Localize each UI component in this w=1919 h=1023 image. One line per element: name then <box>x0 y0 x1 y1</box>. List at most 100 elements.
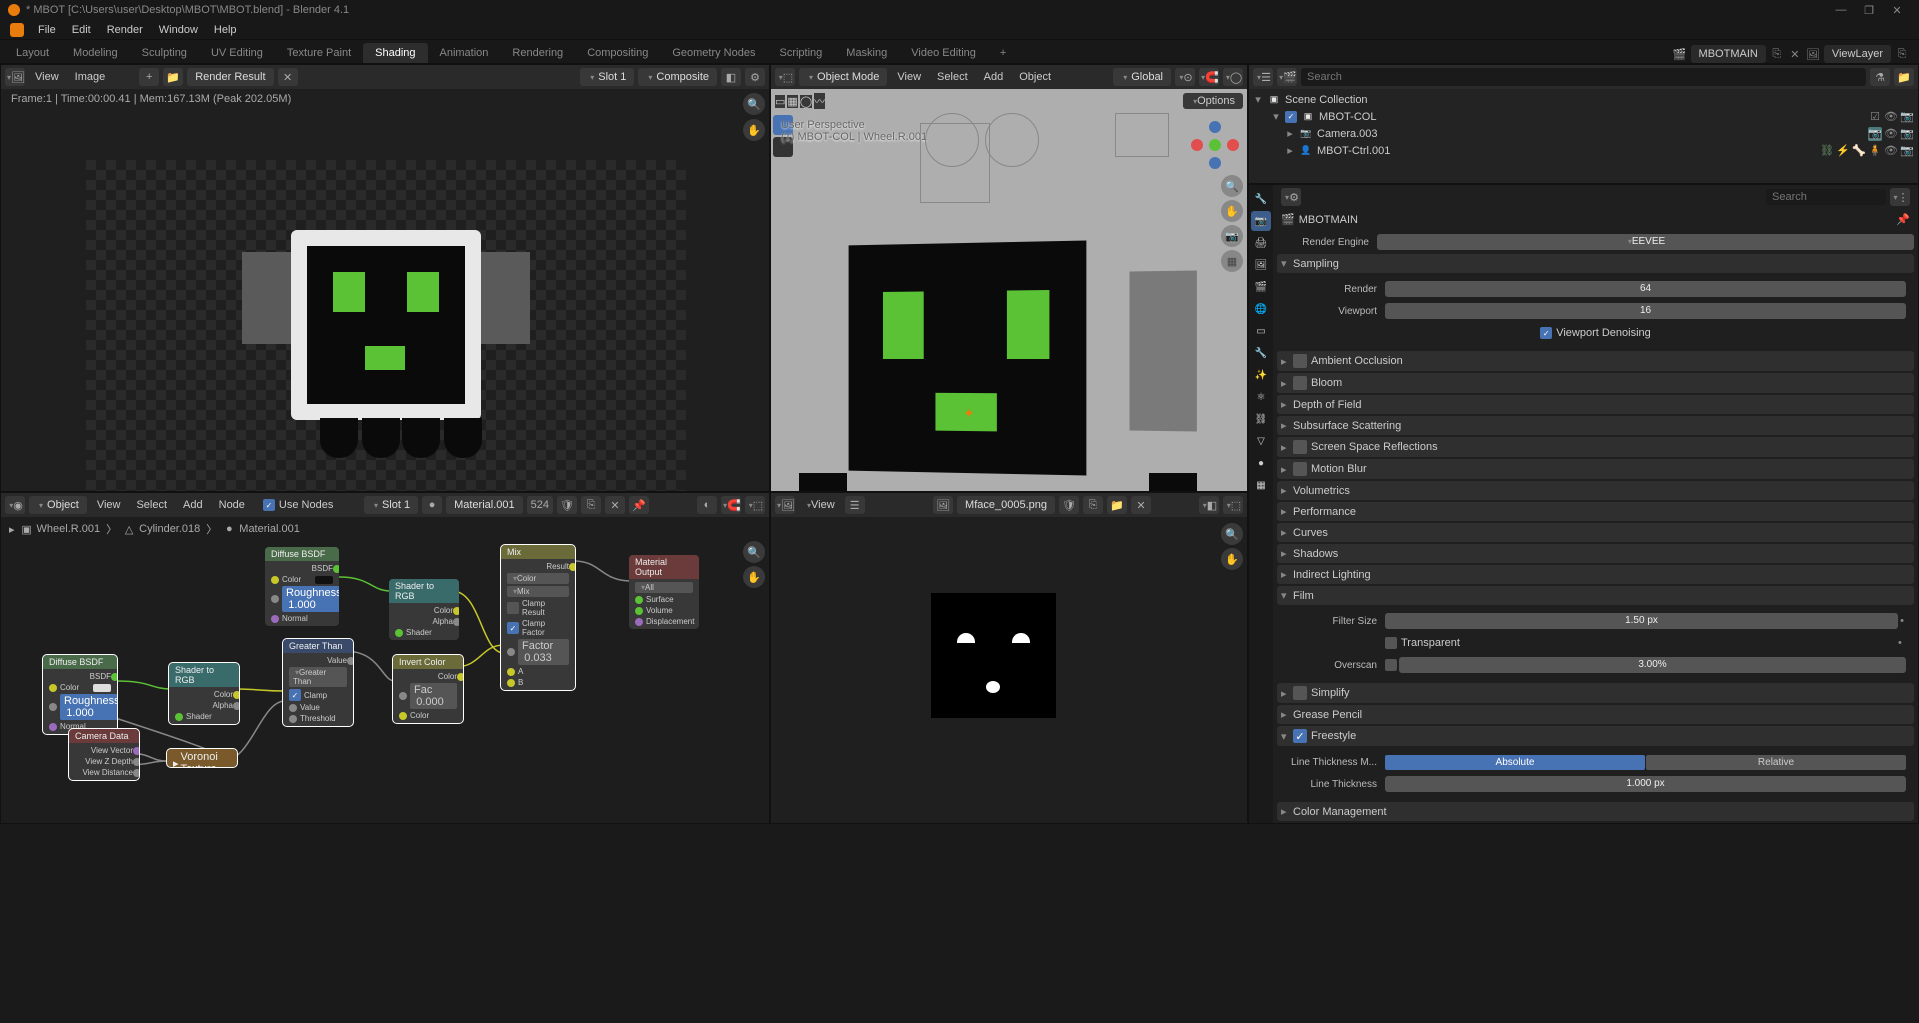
render-layer[interactable]: Composite <box>638 68 717 86</box>
new-collection-icon[interactable]: 📁 <box>1894 68 1914 86</box>
options-dropdown[interactable]: Options <box>1183 93 1243 109</box>
sampling-header[interactable]: ▾Sampling <box>1277 254 1914 273</box>
ie-gear-icon[interactable]: ⬚ <box>1223 496 1243 514</box>
new-material-icon[interactable]: ⎘ <box>581 496 601 514</box>
eye-icon[interactable]: 👁 <box>1884 144 1898 158</box>
image-filename[interactable]: Mface_0005.png <box>957 496 1055 514</box>
ws-video[interactable]: Video Editing <box>899 43 988 63</box>
ie-channels-icon[interactable]: ◧ <box>1199 496 1219 514</box>
sel-lasso-icon[interactable]: 〰 <box>814 93 825 109</box>
maximize-button[interactable]: ❐ <box>1855 0 1883 20</box>
line-thickness[interactable]: 1.000 px <box>1385 776 1906 792</box>
help-menu[interactable]: Help <box>206 22 245 38</box>
minimize-button[interactable]: — <box>1827 0 1855 20</box>
sel-circle-icon[interactable]: ◯ <box>800 95 812 108</box>
vp-view-menu[interactable]: View <box>891 69 927 85</box>
bone-icon[interactable]: 🦴 <box>1852 144 1866 158</box>
ws-geonodes[interactable]: Geometry Nodes <box>660 43 767 63</box>
constraint-icon[interactable]: ⛓ <box>1820 144 1834 158</box>
denoise-checkbox[interactable]: ✓ <box>1540 327 1552 339</box>
blender-logo-icon[interactable] <box>10 23 24 37</box>
gear-icon[interactable]: ⚙ <box>745 68 765 86</box>
overscan-value[interactable]: 3.00% <box>1399 657 1906 673</box>
scene-new-icon[interactable]: ⎘ <box>1770 47 1784 61</box>
ne-zoom-icon[interactable]: 🔍 <box>743 541 765 563</box>
tab-tool[interactable]: 🔧 <box>1251 189 1271 209</box>
collection-checkbox[interactable]: ✓ <box>1285 111 1297 123</box>
ws-texpaint[interactable]: Texture Paint <box>275 43 363 63</box>
outliner-search[interactable] <box>1301 68 1866 86</box>
render-menu[interactable]: Render <box>99 22 151 38</box>
sec-colormgmt[interactable]: ▸Color Management <box>1277 802 1914 821</box>
freestyle-relative[interactable]: Relative <box>1646 755 1906 770</box>
sec-dof[interactable]: ▸Depth of Field <box>1277 395 1914 414</box>
channels-icon[interactable]: ◧ <box>721 68 741 86</box>
node-shader-rgb-1[interactable]: Shader to RGB Color Alpha Shader <box>389 579 459 640</box>
editor-type-dropdown[interactable]: 🖼 <box>5 68 25 86</box>
overscan-checkbox[interactable] <box>1385 659 1397 671</box>
transparent-checkbox[interactable] <box>1385 637 1397 649</box>
render-icon[interactable]: 📷 <box>1900 110 1914 124</box>
ws-anim[interactable]: Animation <box>428 43 501 63</box>
render-icon[interactable]: 📷 <box>1900 127 1914 141</box>
tab-scene[interactable]: 🎬 <box>1251 277 1271 297</box>
freestyle-absolute[interactable]: Absolute <box>1385 755 1645 770</box>
viewlayer-icon[interactable]: 🖼 <box>1806 47 1820 61</box>
scene-delete-icon[interactable]: ✕ <box>1788 47 1802 61</box>
ws-shading[interactable]: Shading <box>363 43 427 63</box>
node-mix[interactable]: Mix Result Color Mix Clamp Result ✓Clamp… <box>501 545 575 690</box>
view-menu-r[interactable]: View <box>29 69 65 85</box>
sec-gp[interactable]: ▸Grease Pencil <box>1277 705 1914 724</box>
tab-physics[interactable]: ⚛ <box>1251 387 1271 407</box>
tab-material[interactable]: ● <box>1251 453 1271 473</box>
sec-ao[interactable]: ▸Ambient Occlusion <box>1277 351 1914 371</box>
ie-menu-icon[interactable]: ☰ <box>845 496 865 514</box>
film-header[interactable]: ▾Film <box>1277 586 1914 605</box>
ne-gear-icon[interactable]: ⬚ <box>745 496 765 514</box>
ne-overlay-icon[interactable]: ◐ <box>697 496 717 514</box>
tab-modifiers[interactable]: 🔧 <box>1251 343 1271 363</box>
ie-hand-icon[interactable]: ✋ <box>1221 548 1243 570</box>
viewport-scene[interactable]: ✦ <box>795 113 1247 491</box>
snap-ne-icon[interactable]: 🧲 <box>721 496 741 514</box>
vp-add-menu[interactable]: Add <box>978 69 1010 85</box>
shader-node-editor[interactable]: ◉ Object View Select Add Node ✓Use Nodes… <box>0 492 770 824</box>
ie-fake-user-icon[interactable]: 🛡 <box>1059 496 1079 514</box>
file-menu[interactable]: File <box>30 22 64 38</box>
tab-data[interactable]: ▽ <box>1251 431 1271 451</box>
ne-node-menu[interactable]: Node <box>213 497 251 513</box>
close-button[interactable]: ✕ <box>1883 0 1911 20</box>
node-shader-rgb-2[interactable]: Shader to RGB Color Alpha Shader <box>169 663 239 724</box>
ie-new-icon[interactable]: ⎘ <box>1083 496 1103 514</box>
sel-tweak-icon[interactable]: ▭ <box>775 95 785 108</box>
props-breadcrumb[interactable]: MBOTMAIN <box>1299 214 1358 226</box>
node-material-output[interactable]: Material Output All Surface Volume Displ… <box>629 555 699 629</box>
ne-shader-type[interactable]: Object <box>29 496 87 514</box>
snap-icon[interactable]: 🧲 <box>1199 68 1219 86</box>
window-menu[interactable]: Window <box>151 22 206 38</box>
viewlayer-new-icon[interactable]: ⎘ <box>1895 47 1909 61</box>
3d-viewport[interactable]: ⬚ Object Mode View Select Add Object Glo… <box>770 64 1248 492</box>
eye-icon[interactable]: 👁 <box>1884 127 1898 141</box>
props-search[interactable] <box>1766 189 1886 205</box>
use-nodes-checkbox[interactable]: ✓ <box>263 499 275 511</box>
node-invert-color[interactable]: Invert Color Color Fac 0.000 Color <box>393 655 463 723</box>
pivot-icon[interactable]: ⊙ <box>1175 68 1195 86</box>
zoom-icon[interactable]: 🔍 <box>743 93 765 115</box>
tab-texture[interactable]: ▦ <box>1251 475 1271 495</box>
ws-script[interactable]: Scripting <box>767 43 834 63</box>
driver-icon[interactable]: ⚡ <box>1836 144 1850 158</box>
texture-canvas[interactable] <box>931 593 1056 718</box>
ie-editor-type-dropdown[interactable]: 🖼 <box>775 496 795 514</box>
tab-render[interactable]: 📷 <box>1251 211 1271 231</box>
props-options-icon[interactable]: ⋮ <box>1890 188 1910 206</box>
scene-selector[interactable]: MBOTMAIN <box>1691 45 1766 63</box>
image-unlink-icon[interactable]: ✕ <box>278 68 298 86</box>
ws-modeling[interactable]: Modeling <box>61 43 130 63</box>
material-selector[interactable]: Material.001 <box>446 496 523 514</box>
hand-icon[interactable]: ✋ <box>743 119 765 141</box>
sec-vol[interactable]: ▸Volumetrics <box>1277 481 1914 500</box>
ne-select-menu[interactable]: Select <box>130 497 173 513</box>
orientation-selector[interactable]: Global <box>1113 68 1171 86</box>
edit-menu[interactable]: Edit <box>64 22 99 38</box>
